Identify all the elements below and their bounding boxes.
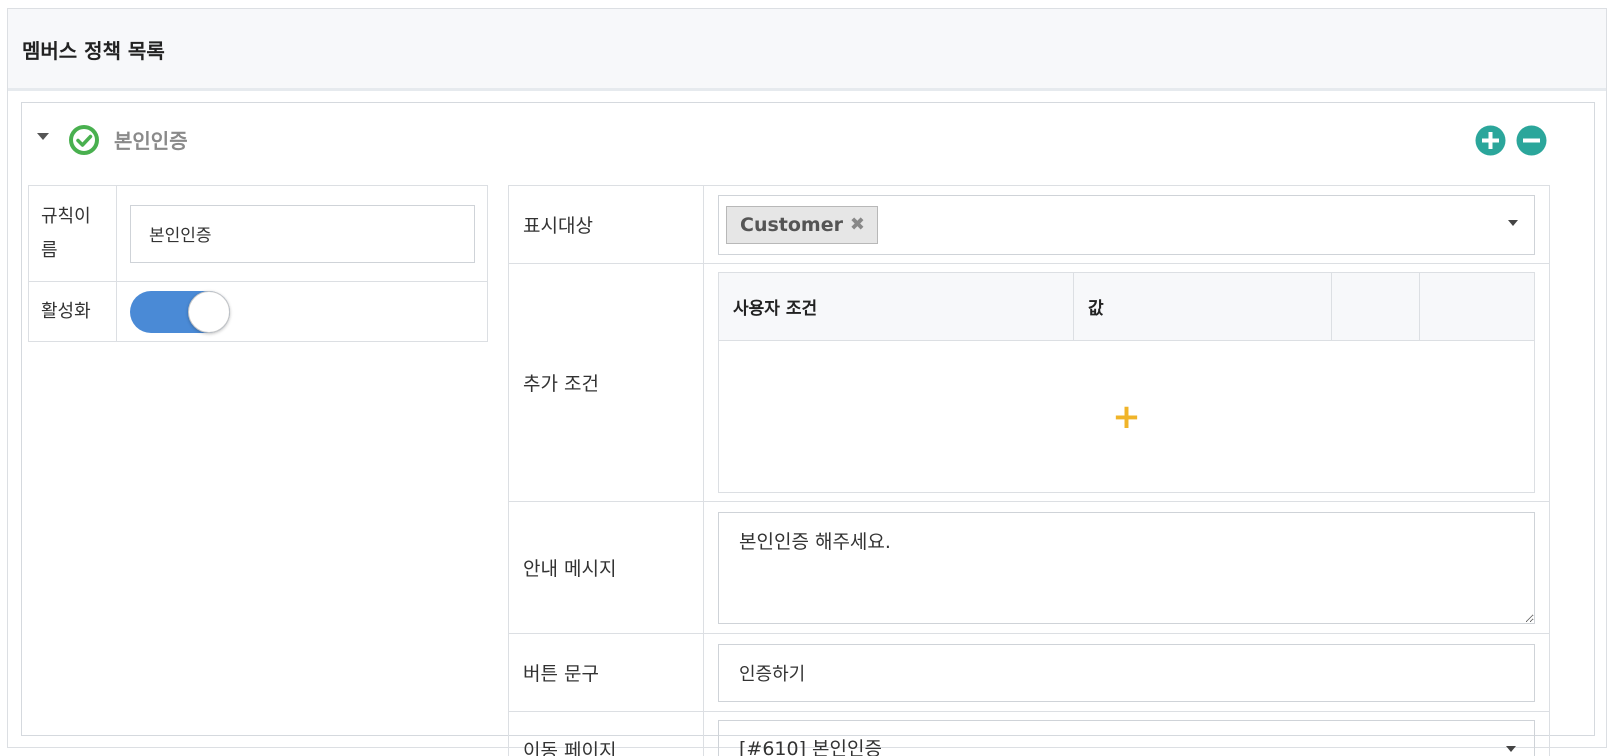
message-textarea[interactable]: 본인인증 해주세요. [718,511,1535,624]
target-tag: Customer ✖ [726,205,878,244]
rule-name-cell [116,185,488,282]
tag-remove-icon[interactable]: ✖ [850,207,865,243]
page-cell: [#610] 본인인증 [703,711,1550,756]
condition-cell: 사용자 조건 값 + [703,263,1550,502]
value-header: 값 [1073,272,1332,341]
target-tag-label: Customer [740,213,843,236]
empty-header [1331,272,1420,341]
button-text-label: 버튼 문구 [508,633,704,712]
table-row: 표시대상 Customer ✖ [508,185,1550,264]
rule-panel: 본인인증 규칙이름 활성화 [21,102,1595,756]
table-row: 규칙이름 [28,185,488,282]
active-toggle[interactable] [130,290,230,333]
condition-add-row: + [718,340,1535,493]
page-select[interactable]: [#610] 본인인증 [718,720,1535,756]
active-label: 활성화 [28,281,117,342]
condition-table: 사용자 조건 값 + [718,272,1535,493]
toggle-knob[interactable] [188,290,230,333]
dropdown-caret-icon[interactable] [1508,219,1518,226]
check-circle-icon [69,125,99,155]
table-row: 안내 메시지 본인인증 해주세요. [508,501,1550,634]
message-cell: 본인인증 해주세요. [703,501,1550,634]
empty-header [1419,272,1535,341]
collapse-caret-icon[interactable] [37,133,49,140]
table-row: 활성화 [28,281,488,342]
target-cell: Customer ✖ [703,185,1550,264]
table-row: 버튼 문구 [508,633,1550,712]
policy-list-container: 멤버스 정책 목록 본인인증 규칙이름 본인인증 활성화 표시대상 Custom… [7,8,1607,756]
active-cell [116,281,488,342]
target-select[interactable]: Customer ✖ [718,194,1535,255]
display-settings-table: 표시대상 Customer ✖ 추가 조건 사용자 조건 값 + 안내 메시지 … [508,185,1550,756]
rule-header[interactable]: 본인인증 [22,103,1594,179]
rule-title[interactable]: 본인인증 [114,125,188,154]
condition-label: 추가 조건 [508,263,704,502]
condition-add-cell: + [718,340,1535,493]
rule-name-input[interactable] [130,204,475,263]
page-select-value: [#610] 본인인증 [739,738,882,756]
dropdown-caret-icon[interactable] [1506,746,1516,752]
button-text-cell [703,633,1550,712]
user-condition-header: 사용자 조건 [718,272,1074,341]
minus-circle-icon[interactable] [1516,125,1547,156]
add-condition-icon[interactable]: + [1112,400,1141,434]
rule-name-label: 규칙이름 [28,185,117,282]
message-label: 안내 메시지 [508,501,704,634]
table-row: 추가 조건 사용자 조건 값 + [508,263,1550,502]
condition-header-row: 사용자 조건 값 [718,272,1535,341]
page-header: 멤버스 정책 목록 [8,9,1606,91]
target-label: 표시대상 [508,185,704,264]
table-row: 이동 페이지 [#610] 본인인증 [508,711,1550,756]
rule-settings-table: 규칙이름 활성화 [28,185,488,342]
page-title: 멤버스 정책 목록 [22,39,165,63]
button-text-input[interactable] [718,643,1535,702]
plus-circle-icon[interactable] [1475,125,1506,156]
page-label: 이동 페이지 [508,711,704,756]
